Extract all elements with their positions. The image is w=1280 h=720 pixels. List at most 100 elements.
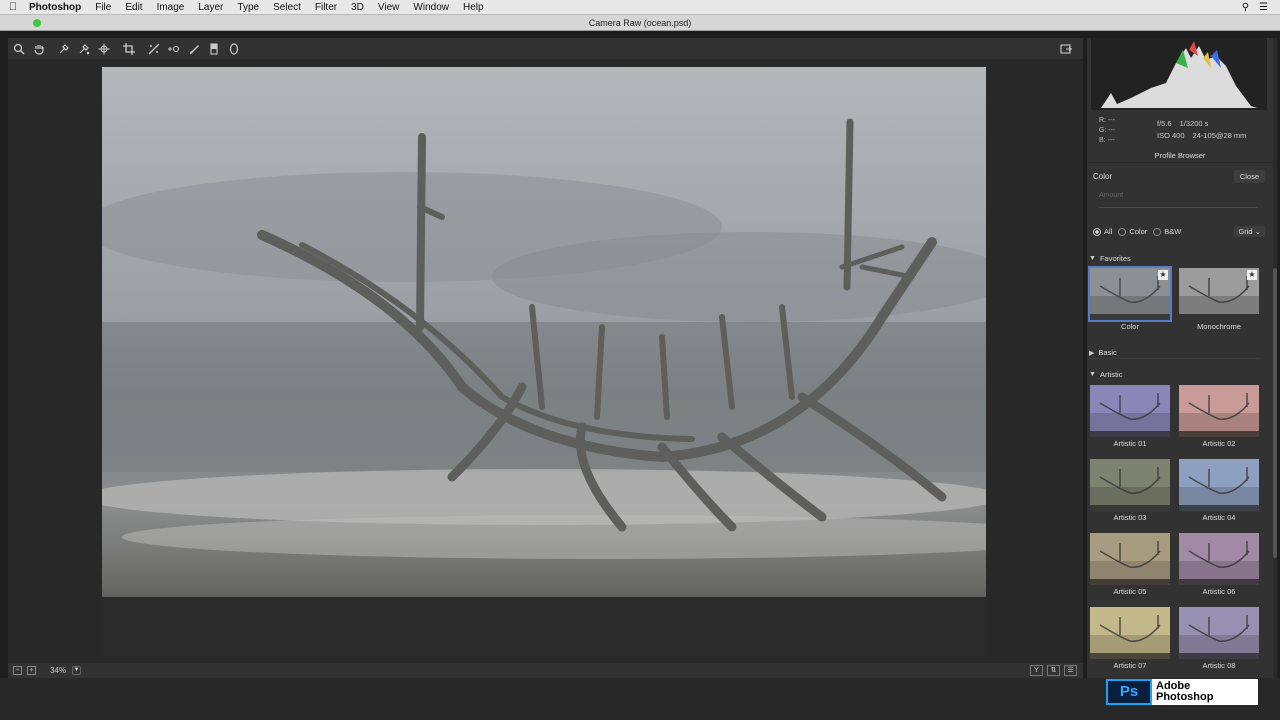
collapsed-triangle-icon: ▶ <box>1089 349 1095 357</box>
profile-thumb-image <box>1179 533 1259 585</box>
zoom-in-button[interactable]: + <box>27 666 36 675</box>
color-sampler-icon[interactable] <box>74 40 93 57</box>
profile-thumb-label: Artistic 02 <box>1202 439 1236 448</box>
menu-window[interactable]: Window <box>406 2 456 13</box>
view-mode-select[interactable]: Grid ⌄ <box>1234 226 1265 237</box>
profile-thumb-image <box>1090 385 1170 437</box>
menu-select[interactable]: Select <box>266 2 308 13</box>
profile-thumb-color[interactable]: ★ Color <box>1088 266 1172 334</box>
profile-thumb-artistic[interactable]: Artistic 01 <box>1090 385 1170 451</box>
profile-thumb-monochrome[interactable]: ★ Monochrome <box>1179 268 1259 334</box>
lens: 24-105@28 mm <box>1192 131 1247 140</box>
profile-thumb-artistic[interactable]: Artistic 08 <box>1179 607 1259 673</box>
menu-edit[interactable]: Edit <box>118 2 149 13</box>
menu-image[interactable]: Image <box>150 2 192 13</box>
preview-image[interactable] <box>102 67 986 656</box>
profile-thumb-label: Artistic 07 <box>1113 661 1147 670</box>
star-icon[interactable]: ★ <box>1247 270 1257 280</box>
current-profile-row: Color Close <box>1093 170 1265 184</box>
expand-triangle-icon: ▼ <box>1089 254 1096 262</box>
spotlight-icon[interactable]: ⚲ <box>1242 2 1249 13</box>
menu-help[interactable]: Help <box>456 2 491 13</box>
profile-browser-title: Profile Browser <box>1087 149 1273 163</box>
filter-color-label[interactable]: Color <box>1129 227 1147 236</box>
right-panel: R: --- G: --- B: --- f/5.6 1/3200 s ISO 4… <box>1087 38 1273 678</box>
favorites-label: Favorites <box>1099 253 1131 263</box>
profile-thumb-artistic[interactable]: Artistic 03 <box>1090 459 1170 525</box>
zoom-dropdown-icon[interactable]: ▼ <box>72 666 82 675</box>
basic-header[interactable]: ▶ Basic <box>1089 347 1261 359</box>
menu-view[interactable]: View <box>371 2 407 13</box>
filter-all-radio[interactable] <box>1093 227 1101 236</box>
shutter-speed: 1/3200 s <box>1179 119 1209 128</box>
artistic-header[interactable]: ▼ Artistic <box>1089 368 1261 380</box>
profile-thumb-image <box>1090 607 1170 659</box>
zoom-level[interactable]: 34% <box>50 666 66 675</box>
tool-bar <box>8 38 1083 59</box>
profile-thumb-artistic[interactable]: Artistic 04 <box>1179 459 1259 525</box>
histogram <box>1091 38 1267 110</box>
close-button[interactable]: Close <box>1233 170 1265 183</box>
menu-file[interactable]: File <box>88 2 118 13</box>
favorites-header[interactable]: ▼ Favorites <box>1089 252 1261 264</box>
hand-icon[interactable] <box>29 40 48 57</box>
profile-thumb-image <box>1179 385 1259 437</box>
bottom-strip <box>0 678 1280 720</box>
straighten-icon[interactable] <box>144 40 163 57</box>
profile-thumb-label: Monochrome <box>1197 322 1241 331</box>
targeted-adjustment-icon[interactable] <box>94 40 113 57</box>
swap-settings-button[interactable]: ⇅ <box>1047 665 1060 676</box>
fullscreen-toggle-icon[interactable] <box>1056 40 1075 57</box>
amount-slider[interactable] <box>1099 207 1257 208</box>
filter-bw-label[interactable]: B&W <box>1164 227 1181 236</box>
chevron-down-icon: ⌄ <box>1254 227 1261 236</box>
profile-thumb-artistic[interactable]: Artistic 07 <box>1090 607 1170 673</box>
profile-thumb-label: Artistic 08 <box>1202 661 1236 670</box>
scrollbar-thumb[interactable] <box>1273 268 1277 558</box>
notification-icon[interactable]: ☰ <box>1259 2 1268 13</box>
white-balance-icon[interactable] <box>54 40 73 57</box>
r-label: R: <box>1099 117 1106 124</box>
menu-3d[interactable]: 3D <box>344 2 371 13</box>
filter-bw-radio[interactable] <box>1153 227 1162 236</box>
panel-scrollbar[interactable] <box>1273 38 1277 678</box>
profile-thumb-artistic[interactable]: Artistic 06 <box>1179 533 1259 599</box>
profile-thumb-label: Artistic 03 <box>1113 513 1147 522</box>
iso: ISO 400 <box>1157 131 1185 140</box>
amount-label: Amount <box>1099 192 1124 199</box>
star-icon[interactable]: ★ <box>1158 270 1168 280</box>
profile-thumb-label: Artistic 04 <box>1202 513 1236 522</box>
rgb-readout: R: --- G: --- B: --- <box>1099 116 1115 146</box>
preview-settings-button[interactable]: ☰ <box>1064 665 1077 676</box>
profile-thumb-image <box>1179 459 1259 511</box>
zoom-icon[interactable] <box>9 40 28 57</box>
status-bar: − + 34% ▼ Y ⇅ ☰ <box>8 663 1083 678</box>
preview-canvas[interactable] <box>8 59 1083 663</box>
profile-thumb-label: Artistic 06 <box>1202 587 1236 596</box>
profile-thumb-image <box>1179 607 1259 659</box>
menu-layer[interactable]: Layer <box>191 2 230 13</box>
zoom-out-button[interactable]: − <box>13 666 22 675</box>
graduated-filter-icon[interactable] <box>204 40 223 57</box>
profile-thumb-artistic[interactable]: Artistic 05 <box>1090 533 1170 599</box>
current-profile: Color <box>1093 172 1113 181</box>
apple-icon[interactable]:  <box>0 1 26 13</box>
zoom-window-button[interactable] <box>33 19 41 27</box>
before-after-button[interactable]: Y <box>1030 665 1043 676</box>
b-value: --- <box>1107 137 1115 144</box>
g-label: G: <box>1099 127 1107 134</box>
filter-color-radio[interactable] <box>1118 227 1127 236</box>
crop-icon[interactable] <box>119 40 138 57</box>
window-title: Camera Raw (ocean.psd) <box>588 18 692 28</box>
filter-all-label[interactable]: All <box>1104 227 1112 236</box>
menu-type[interactable]: Type <box>230 2 266 13</box>
menu-filter[interactable]: Filter <box>308 2 344 13</box>
profile-thumb-artistic[interactable]: Artistic 02 <box>1179 385 1259 451</box>
b-label: B: <box>1099 137 1106 144</box>
profile-thumb-label: Artistic 01 <box>1113 439 1147 448</box>
r-value: --- <box>1107 117 1115 124</box>
spot-removal-icon[interactable] <box>164 40 183 57</box>
menu-app[interactable]: Photoshop <box>26 2 88 13</box>
adjustment-brush-icon[interactable] <box>184 40 203 57</box>
radial-filter-icon[interactable] <box>224 40 243 57</box>
